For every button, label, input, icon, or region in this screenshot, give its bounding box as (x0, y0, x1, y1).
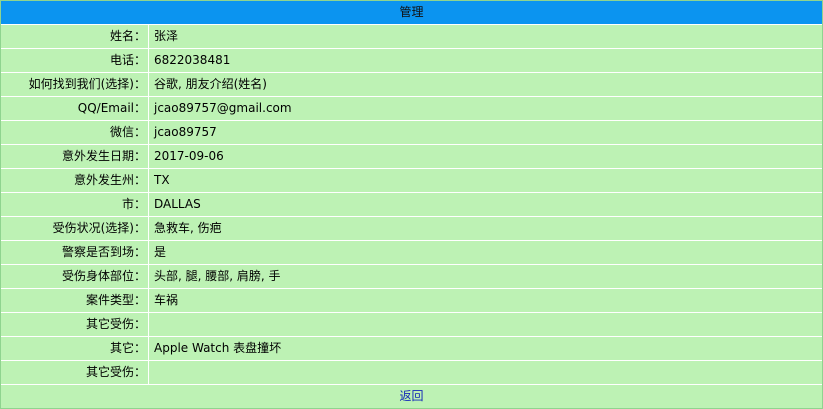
field-label: 受伤状况(选择)： (1, 217, 149, 240)
field-label: 其它受伤： (1, 361, 149, 384)
footer-bar: 返回 (1, 385, 822, 408)
field-value: jcao89757@gmail.com (154, 101, 292, 115)
field-label: 如何找到我们(选择)： (1, 73, 149, 96)
table-row: 市： DALLAS (1, 193, 822, 217)
field-label: 姓名： (1, 25, 149, 48)
field-value: 车祸 (154, 293, 179, 307)
field-label: 意外发生州： (1, 169, 149, 192)
field-value: Apple Watch 表盘撞坏 (154, 341, 282, 355)
back-link[interactable]: 返回 (399, 389, 423, 403)
field-value: jcao89757 (154, 125, 217, 139)
detail-table: 姓名： 张泽 电话： 6822038481 如何找到我们(选择)： 谷歌, 朋友… (1, 25, 822, 385)
table-row: 其它： Apple Watch 表盘撞坏 (1, 337, 822, 361)
detail-panel: 管理 姓名： 张泽 电话： 6822038481 如何找到我们(选择)： 谷歌,… (0, 0, 823, 409)
table-row: 意外发生日期： 2017-09-06 (1, 145, 822, 169)
table-row: QQ/Email： jcao89757@gmail.com (1, 97, 822, 121)
field-label: 其它： (1, 337, 149, 360)
field-value: DALLAS (154, 197, 201, 211)
field-label: 受伤身体部位： (1, 265, 149, 288)
table-row: 意外发生州： TX (1, 169, 822, 193)
field-label: 意外发生日期： (1, 145, 149, 168)
field-value: 是 (154, 245, 167, 259)
table-row: 受伤身体部位： 头部, 腿, 腰部, 肩膀, 手 (1, 265, 822, 289)
field-value: 张泽 (154, 29, 179, 43)
table-row: 其它受伤： (1, 361, 822, 385)
table-row: 姓名： 张泽 (1, 25, 822, 49)
field-value: 急救车, 伤疤 (154, 221, 222, 235)
field-label: 其它受伤： (1, 313, 149, 336)
field-value: TX (154, 173, 170, 187)
field-value: 谷歌, 朋友介绍(姓名) (154, 77, 267, 91)
field-label: QQ/Email： (1, 97, 149, 120)
field-label: 微信： (1, 121, 149, 144)
field-value: 头部, 腿, 腰部, 肩膀, 手 (154, 269, 281, 283)
field-label: 市： (1, 193, 149, 216)
table-row: 受伤状况(选择)： 急救车, 伤疤 (1, 217, 822, 241)
field-label: 案件类型： (1, 289, 149, 312)
table-row: 微信： jcao89757 (1, 121, 822, 145)
table-row: 电话： 6822038481 (1, 49, 822, 73)
field-value: 2017-09-06 (154, 149, 224, 163)
field-value: 6822038481 (154, 53, 231, 67)
table-row: 如何找到我们(选择)： 谷歌, 朋友介绍(姓名) (1, 73, 822, 97)
table-row: 其它受伤： (1, 313, 822, 337)
field-label: 警察是否到场： (1, 241, 149, 264)
panel-title: 管理 (1, 1, 822, 25)
table-row: 案件类型： 车祸 (1, 289, 822, 313)
table-row: 警察是否到场： 是 (1, 241, 822, 265)
field-label: 电话： (1, 49, 149, 72)
